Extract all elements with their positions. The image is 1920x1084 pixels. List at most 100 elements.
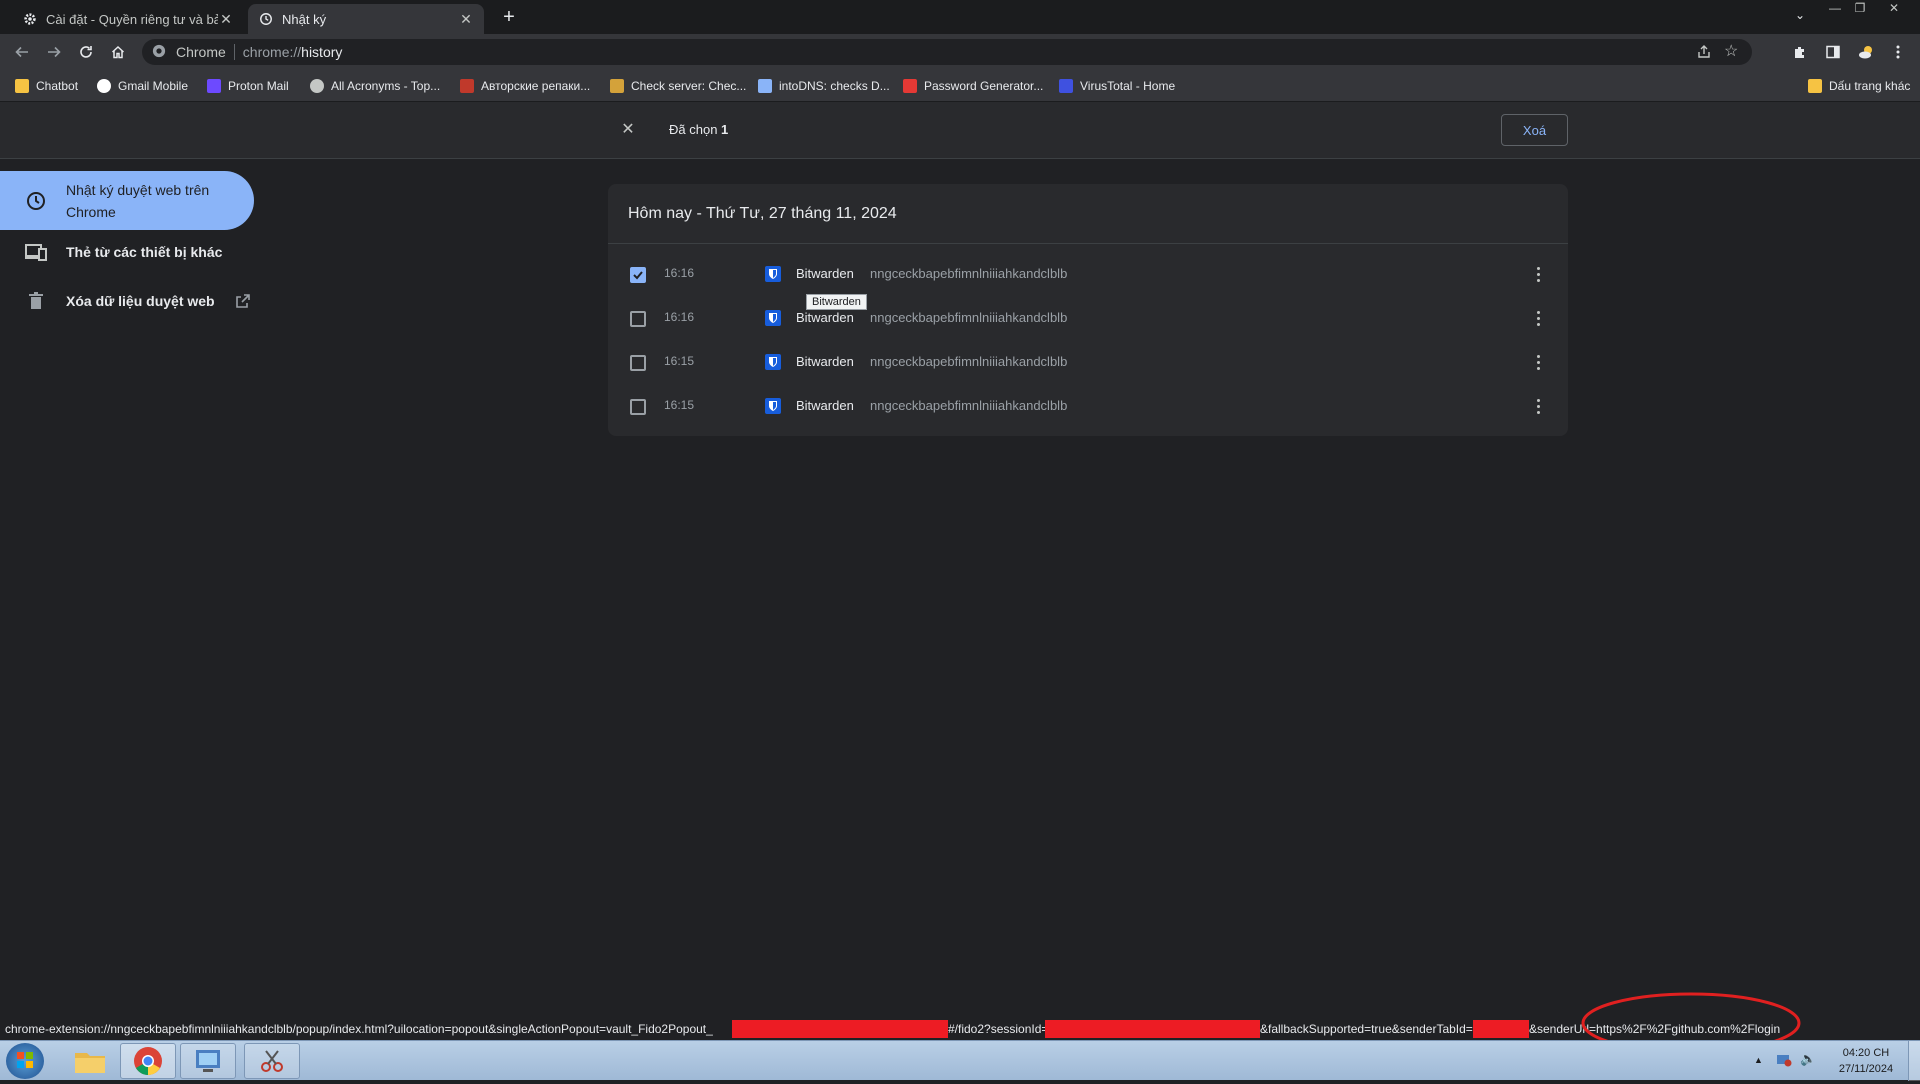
reload-icon [80,46,92,58]
new-tab-button[interactable]: + [498,7,520,29]
row-domain: nngceckbapebfimnlniiiahkandclblb [870,266,1068,281]
row-checkbox[interactable] [630,355,646,371]
home-icon [111,45,125,59]
extensions-icon[interactable] [1788,40,1812,64]
weather-extension-icon[interactable] [1854,40,1878,64]
history-row[interactable]: 16:16 Bitwarden nngceckbapebfimnlniiiahk… [608,296,1568,340]
network-icon[interactable] [1776,1053,1792,1067]
row-checkbox[interactable] [630,267,646,283]
redaction-box [1045,1020,1260,1038]
sidebar-item-history[interactable]: Nhật ký duyệt web trên Chrome [0,171,254,230]
chrome-icon [152,44,168,60]
tooltip: Bitwarden [806,294,867,310]
reload-button[interactable] [74,40,98,64]
password-icon [903,79,917,93]
trash-icon [24,289,48,313]
sidebar-item-other-devices[interactable]: Thẻ từ các thiết bị khác [0,240,254,264]
row-title-link[interactable]: Bitwarden [796,310,854,325]
row-time: 16:15 [664,354,695,368]
bookmark-intodns[interactable]: intoDNS: checks D... [758,76,890,96]
bookmark-gmail-mobile[interactable]: Gmail Mobile [97,76,188,96]
bookmark-label: Password Generator... [924,79,1044,93]
close-icon[interactable]: ✕ [458,11,474,27]
row-title-link[interactable]: Bitwarden [796,266,854,281]
tab-settings[interactable]: Cài đặt - Quyền riêng tư và bảo mật ✕ [12,4,244,34]
bitwarden-shield-icon [765,354,781,370]
bookmark-label: Авторские репаки... [481,79,591,93]
sidebar-item-label: Thẻ từ các thiết bị khác [66,244,223,260]
redaction-box [1473,1020,1529,1038]
status-url-part: chrome-extension://nngceckbapebfimnlniii… [5,1022,713,1036]
tray-arrow-icon[interactable]: ▲ [1754,1055,1763,1065]
control-panel-taskbar-icon[interactable] [180,1043,236,1079]
selection-count: Đã chọn 1 [669,122,728,137]
status-url-part: #/fido2?sessionId= [948,1022,1049,1036]
dns-icon [758,79,772,93]
history-row[interactable]: 16:16 Bitwarden nngceckbapebfimnlniiiahk… [608,252,1568,296]
clock[interactable]: 04:20 CH 27/11/2024 [1828,1045,1904,1077]
volume-icon[interactable]: 🔈 [1800,1051,1816,1067]
home-button[interactable] [106,40,130,64]
toolbar: Chrome chrome://history ☆ [0,34,1920,70]
bookmark-password-generator[interactable]: Password Generator... [903,76,1043,96]
share-icon[interactable] [1696,44,1712,60]
history-icon [258,11,274,27]
back-button[interactable] [10,40,34,64]
redaction-box [732,1020,948,1038]
date-heading: Hôm nay - Thứ Tư, 27 tháng 11, 2024 [608,184,1568,244]
repack-icon [460,79,474,93]
tab-search-chevron-icon[interactable]: ⌄ [1790,8,1810,26]
bitwarden-shield-icon [765,266,781,282]
url-path: history [301,44,343,60]
bitwarden-shield-icon [765,310,781,326]
history-row[interactable]: 16:15 Bitwarden nngceckbapebfimnlniiiahk… [608,340,1568,384]
devices-icon [24,240,48,264]
side-panel-icon[interactable] [1821,40,1845,64]
bitwarden-shield-icon [765,398,781,414]
bookmark-label: intoDNS: checks D... [779,79,890,93]
minimize-button[interactable]: — [1823,0,1847,16]
forward-button[interactable] [42,40,66,64]
address-bar[interactable]: Chrome chrome://history ☆ [142,39,1752,65]
bookmark-virustotal[interactable]: VirusTotal - Home [1059,76,1175,96]
bookmark-repacks[interactable]: Авторские репаки... [460,76,590,96]
start-button[interactable] [6,1043,44,1079]
row-time: 16:15 [664,398,695,412]
google-icon [97,79,111,93]
sidebar-item-clear-data[interactable]: Xóa dữ liệu duyệt web [0,289,254,313]
bookmark-all-acronyms[interactable]: All Acronyms - Top... [310,76,440,96]
delete-button[interactable]: Xoá [1501,114,1568,146]
more-actions-icon[interactable] [1528,352,1548,372]
star-icon[interactable]: ☆ [1724,43,1742,61]
tab-strip: Cài đặt - Quyền riêng tư và bảo mật ✕ Nh… [0,0,1920,34]
chrome-taskbar-icon[interactable] [120,1043,176,1079]
bookmark-chatbot[interactable]: Chatbot [15,76,78,96]
tab-history[interactable]: Nhật ký ✕ [248,4,484,34]
bookmark-proton-mail[interactable]: Proton Mail [207,76,289,96]
selection-toolbar: ✕ Đã chọn 1 Xoá [0,102,1920,159]
bookmark-label: Check server: Chec... [631,79,747,93]
close-icon[interactable]: ✕ [218,11,234,27]
restore-button[interactable]: ❐ [1848,0,1872,16]
folder-icon [1808,79,1822,93]
arrow-left-icon [15,46,28,58]
bookmark-label: Gmail Mobile [118,79,189,93]
bookmark-check-server[interactable]: Check server: Chec... [610,76,746,96]
snipping-tool-taskbar-icon[interactable] [244,1043,300,1079]
history-row[interactable]: 16:15 Bitwarden nngceckbapebfimnlniiiahk… [608,384,1568,428]
more-actions-icon[interactable] [1528,264,1548,284]
show-desktop-button[interactable] [1908,1041,1920,1081]
more-actions-icon[interactable] [1528,396,1548,416]
clear-selection-close-icon[interactable]: ✕ [618,120,638,140]
row-title-link[interactable]: Bitwarden [796,354,854,369]
row-title-link[interactable]: Bitwarden [796,398,854,413]
row-domain: nngceckbapebfimnlniiiahkandclblb [870,310,1068,325]
explorer-taskbar-icon[interactable] [62,1043,118,1079]
other-bookmarks[interactable]: Dấu trang khác [1808,76,1910,96]
row-checkbox[interactable] [630,311,646,327]
status-url-part: &fallbackSupported=true&senderTabId= [1260,1022,1473,1036]
row-checkbox[interactable] [630,399,646,415]
close-window-button[interactable]: ✕ [1882,0,1906,16]
menu-icon[interactable] [1886,40,1910,64]
more-actions-icon[interactable] [1528,308,1548,328]
